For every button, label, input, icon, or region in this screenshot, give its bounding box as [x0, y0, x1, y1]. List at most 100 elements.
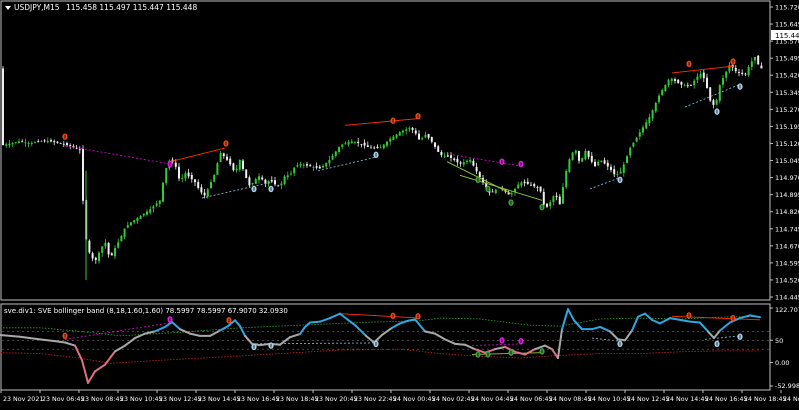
price-tick-label: 115.420	[775, 72, 799, 80]
candle-body	[165, 168, 168, 184]
candle-body	[603, 160, 606, 164]
candle-body	[702, 72, 705, 79]
candle-body	[184, 173, 187, 179]
candle-body	[395, 134, 398, 138]
candle-body	[712, 100, 715, 105]
candle-body	[747, 67, 750, 76]
time-tick-label: 23 Nov 10:45	[120, 396, 162, 403]
candle-body	[114, 248, 116, 257]
candle-body	[475, 166, 478, 172]
symbol-label: USDJPY,M15	[14, 3, 60, 12]
candle-body	[290, 173, 292, 175]
divergence-marker-red	[686, 312, 692, 319]
candle-body	[213, 174, 216, 182]
candle-body	[664, 84, 667, 91]
candle-body	[136, 218, 139, 221]
candle-body	[443, 155, 446, 157]
candle-body	[318, 166, 321, 169]
divergence-marker-blue	[373, 340, 379, 348]
divergence-marker-magenta	[499, 337, 505, 344]
time-tick-label: 23 Nov 12:45	[159, 396, 201, 403]
candle-body	[299, 164, 302, 166]
candle-body	[88, 240, 91, 253]
indicator-line-segment	[54, 340, 66, 344]
candle-body	[693, 80, 696, 86]
time-tick-label: 23 Nov 14:45	[198, 396, 240, 403]
candle-body	[421, 138, 424, 140]
divergence-marker-magenta	[499, 158, 505, 165]
time-tick-label: 24 Nov 06:45	[510, 396, 552, 403]
divergence-marker-red	[390, 117, 396, 124]
candle-body	[635, 137, 638, 142]
candle-body	[363, 142, 366, 146]
candle-body	[587, 150, 590, 157]
candle-body	[59, 143, 62, 144]
candle-body	[331, 155, 334, 160]
candle-body	[523, 181, 526, 184]
time-tick-label: 24 Nov 00:45	[393, 396, 435, 403]
candle-body	[194, 179, 196, 183]
candle-body	[210, 182, 212, 189]
candle-body	[174, 162, 177, 167]
candle-body	[491, 191, 494, 193]
chart-canvas[interactable]: USDJPY,M15 115.458 115.497 115.447 115.4…	[0, 0, 799, 406]
candle-body	[546, 203, 548, 207]
chart-root[interactable]: USDJPY,M15 115.458 115.497 115.447 115.4…	[0, 0, 799, 406]
candle-body	[123, 228, 126, 237]
candle-body	[322, 165, 324, 168]
candle-body	[379, 147, 382, 149]
candle-body	[744, 73, 747, 75]
candle-body	[27, 143, 30, 144]
candle-body	[222, 153, 225, 157]
candle-body	[526, 181, 529, 184]
candle-body	[440, 151, 443, 156]
candle-body	[293, 167, 296, 174]
divergence-marker-green	[485, 351, 491, 358]
candle-body	[373, 147, 376, 149]
candle-body	[574, 150, 577, 154]
candle-body	[302, 164, 305, 166]
candle-body	[629, 147, 632, 156]
candle-body	[347, 141, 350, 145]
candle-body	[594, 161, 596, 167]
candle-body	[219, 153, 222, 162]
indicator-line-segment	[309, 320, 321, 324]
candle-body	[2, 68, 4, 146]
chart-background	[0, 0, 799, 406]
candle-body	[530, 184, 532, 186]
candle-body	[251, 183, 254, 185]
candle-body	[568, 159, 571, 172]
candle-body	[254, 179, 257, 184]
candle-body	[648, 117, 651, 124]
time-tick-label: 23 Nov 06:45	[42, 396, 84, 403]
divergence-marker-red	[226, 317, 232, 324]
candle-body	[558, 196, 561, 205]
candle-body	[62, 143, 65, 145]
candle-body	[626, 156, 628, 164]
divergence-marker-red	[390, 312, 396, 320]
candle-body	[350, 141, 353, 144]
candle-body	[453, 158, 456, 160]
candle-body	[235, 168, 238, 171]
candle-body	[139, 215, 142, 220]
candle-body	[686, 85, 689, 87]
candle-body	[34, 142, 36, 144]
time-tick-label: 24 Nov 18:45	[744, 396, 786, 403]
candle-body	[456, 158, 459, 163]
candle-body	[590, 155, 593, 162]
candle-body	[37, 141, 40, 142]
divergence-marker-red	[730, 58, 736, 65]
candle-body	[584, 151, 587, 160]
candle-body	[667, 79, 670, 86]
candle-body	[366, 145, 369, 148]
divergence-marker-green	[485, 185, 491, 193]
candle-body	[40, 141, 43, 142]
candle-body	[149, 209, 152, 213]
candle-body	[50, 140, 52, 142]
candle-body	[286, 175, 289, 178]
candle-body	[120, 235, 123, 242]
time-tick-label: 23 Nov 08:45	[81, 396, 123, 403]
candle-body	[270, 180, 273, 182]
candle-body	[536, 187, 539, 188]
candle-body	[130, 222, 132, 226]
